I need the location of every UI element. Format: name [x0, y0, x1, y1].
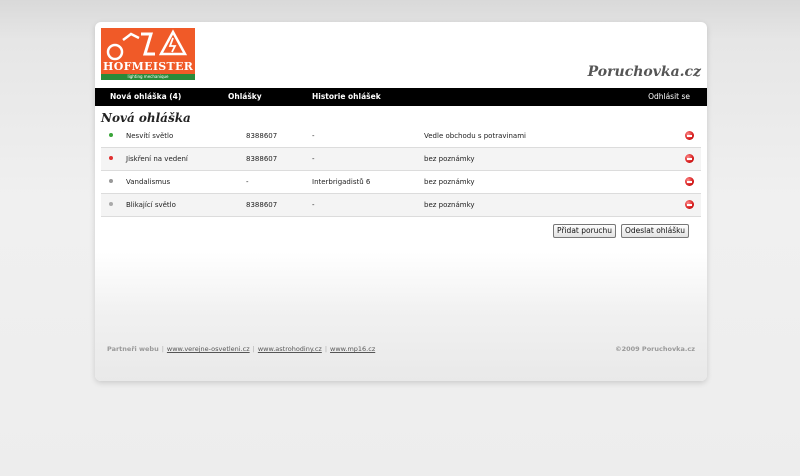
table-row: Blikající světlo 8388607 - bez poznámky	[101, 194, 701, 217]
row-note: Vedle obchodu s potravinami	[424, 132, 526, 140]
table-row: Vandalismus - Interbrigadistů 6 bez pozn…	[101, 171, 701, 194]
delete-icon[interactable]	[685, 154, 694, 163]
section-title: Nová ohláška	[101, 111, 191, 125]
row-note: bez poznámky	[424, 178, 475, 186]
delete-icon[interactable]	[685, 200, 694, 209]
status-dot-icon	[109, 156, 113, 160]
copyright: ©2009 Poruchovka.cz	[615, 345, 695, 353]
panel-gradient	[95, 252, 707, 381]
row-name: Blikající světlo	[126, 201, 176, 209]
nav-item-history[interactable]: Historie ohlášek	[312, 88, 381, 106]
partner-link-verejne-osvetleni[interactable]: www.verejne-osvetleni.cz	[167, 345, 250, 353]
row-note: bez poznámky	[424, 201, 475, 209]
footer-separator: |	[252, 345, 255, 353]
hofmeister-logo[interactable]: HOFMEISTER lighting mechanique	[101, 28, 195, 80]
row-address: -	[312, 201, 315, 209]
main-panel: HOFMEISTER lighting mechanique Poruchovk…	[95, 22, 707, 381]
site-title: Poruchovka.cz	[587, 64, 701, 80]
footer: Partneři webu | www.verejne-osvetleni.cz | w…	[107, 345, 695, 355]
partner-link-mp16[interactable]: www.mp16.cz	[330, 345, 375, 353]
add-fault-button[interactable]: Přidat poruchu	[553, 224, 617, 238]
footer-separator: |	[324, 345, 328, 353]
send-report-button[interactable]: Odeslat ohlášku	[621, 224, 689, 238]
row-name: Nesvítí světlo	[126, 132, 174, 140]
delete-icon[interactable]	[685, 131, 694, 140]
row-phone: 8388607	[246, 155, 278, 163]
row-address: -	[312, 132, 315, 140]
row-phone: 8388607	[246, 132, 278, 140]
status-dot-icon	[109, 179, 113, 183]
row-note: bez poznámky	[424, 155, 475, 163]
partners-label: Partneři webu	[107, 345, 159, 353]
row-address: -	[312, 155, 315, 163]
status-dot-icon	[109, 133, 113, 137]
row-phone: 8388607	[246, 201, 278, 209]
table-row: Jiskření na vedení 8388607 - bez poznámk…	[101, 148, 701, 171]
nav-item-reports[interactable]: Ohlášky	[228, 88, 262, 106]
delete-icon[interactable]	[685, 177, 694, 186]
footer-separator: |	[161, 345, 164, 353]
logo-tagline: lighting mechanique	[101, 74, 195, 80]
logo-wordmark: HOFMEISTER	[103, 60, 194, 73]
reports-table: Nesvítí světlo 8388607 - Vedle obchodu s…	[101, 125, 701, 217]
row-address: Interbrigadistů 6	[312, 178, 371, 186]
partner-link-astrohodiny[interactable]: www.astrohodiny.cz	[258, 345, 322, 353]
row-name: Vandalismus	[126, 178, 171, 186]
nav-item-new-report[interactable]: Nová ohláška (4)	[110, 88, 181, 106]
row-name: Jiskření na vedení	[126, 155, 188, 163]
main-nav: Nová ohláška (4) Ohlášky Historie ohláše…	[95, 88, 707, 106]
logo-graphic-icon	[106, 29, 188, 61]
row-phone: -	[246, 178, 249, 186]
logout-link[interactable]: Odhlásit se	[648, 88, 690, 106]
table-row: Nesvítí světlo 8388607 - Vedle obchodu s…	[101, 125, 701, 148]
status-dot-icon	[109, 202, 113, 206]
